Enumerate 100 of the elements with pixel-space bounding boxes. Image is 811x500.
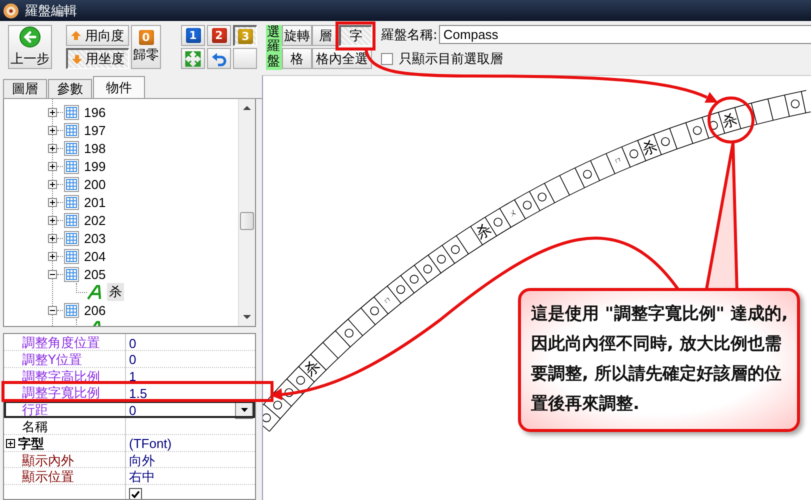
- property-name: 顯示內外: [22, 452, 74, 470]
- ring-glyph: 杀: [639, 136, 660, 159]
- layer-filter-checkbox[interactable]: [381, 53, 393, 65]
- property-value: 0: [129, 336, 136, 350]
- ring-circle-mark: [344, 328, 354, 338]
- tree-item[interactable]: 205: [84, 266, 106, 282]
- grid-icon: [64, 158, 79, 174]
- tree-expander[interactable]: [48, 252, 57, 260]
- property-value: 右中: [129, 469, 155, 486]
- level-button[interactable]: 1: [181, 25, 205, 46]
- property-name: 名稱: [22, 418, 48, 436]
- tree-expander[interactable]: [48, 198, 57, 206]
- compass-name-label: 羅盤名稱:: [381, 26, 438, 44]
- caret-icon: [240, 408, 248, 413]
- tree-expander[interactable]: [48, 144, 57, 152]
- tree-item[interactable]: 197: [84, 122, 106, 138]
- property-name: 調整Y位置: [22, 352, 82, 369]
- grid-icon: [64, 140, 79, 156]
- callout-note: 這是使用 "調整字寬比例" 達成的, 因此尚內徑不同時, 放大比例也需要調整, 所以請先確定好該層的位置後再來調整.: [518, 288, 800, 432]
- select-compass-label: 選羅盤: [266, 25, 282, 70]
- tree-expander[interactable]: [48, 216, 57, 224]
- grid-icon: [64, 194, 79, 210]
- ring-circle-mark: [494, 218, 502, 227]
- level-button[interactable]: 2: [207, 25, 231, 46]
- reset-button[interactable]: 0 歸零: [131, 25, 161, 69]
- select-mode-button[interactable]: 字: [339, 25, 372, 46]
- ring-circle-mark: [790, 99, 800, 108]
- tree-item[interactable]: 206: [84, 302, 106, 318]
- property-checkbox[interactable]: [129, 488, 142, 499]
- panel-tab[interactable]: 參數: [48, 79, 92, 98]
- tree-scrollbar[interactable]: [238, 99, 255, 326]
- tree-item[interactable]: 杀: [107, 283, 124, 301]
- ring-circle-mark: [661, 137, 670, 146]
- ring-circle-mark: [629, 149, 638, 158]
- compass-name-field[interactable]: Compass: [439, 25, 811, 44]
- property-value: 0: [129, 402, 136, 418]
- scroll-up-icon: [243, 105, 251, 111]
- level-number: 2: [212, 28, 226, 43]
- tree-item[interactable]: 204: [84, 248, 106, 264]
- panel-tab[interactable]: 圖層: [3, 79, 47, 98]
- scroll-down-icon: [243, 314, 251, 320]
- grid-icon: [64, 104, 79, 120]
- back-button[interactable]: 上一步: [8, 25, 52, 69]
- property-value: 1.5: [129, 386, 148, 401]
- down-arrow-icon: [72, 54, 82, 64]
- undo-button[interactable]: [207, 48, 231, 69]
- property-name: 調整字寬比例: [22, 385, 100, 402]
- tree-item[interactable]: 203: [84, 230, 106, 246]
- grid-icon: [64, 248, 79, 264]
- up-arrow-icon: [71, 31, 81, 40]
- grid-icon: [64, 122, 79, 138]
- tree-item[interactable]: 200: [84, 176, 106, 192]
- expand-toggle[interactable]: [6, 439, 15, 448]
- ring-circle-mark: [583, 170, 592, 179]
- tree-item[interactable]: 196: [84, 104, 106, 120]
- tree-expander[interactable]: [48, 180, 57, 188]
- tree-expander[interactable]: [48, 270, 57, 278]
- grid-icon: [64, 212, 79, 228]
- undo-icon: [211, 50, 227, 66]
- fit-view-button[interactable]: [181, 48, 205, 69]
- tree-expander[interactable]: [48, 234, 57, 242]
- highlight-circle: [708, 96, 754, 144]
- tree-item[interactable]: 201: [84, 194, 106, 210]
- select-mode-button[interactable]: 格: [282, 48, 312, 69]
- direction-mode-button[interactable]: 用向度: [66, 25, 129, 46]
- compass-logo-icon: [3, 2, 19, 18]
- tree-expander[interactable]: [48, 126, 57, 134]
- property-value: (TFont): [129, 436, 172, 452]
- tree-item[interactable]: 202: [84, 212, 106, 228]
- property-value: 向外: [129, 452, 155, 470]
- expand-arrows-icon: [185, 50, 201, 66]
- property-value: 0: [129, 352, 136, 368]
- property-name: 調整角度位置: [22, 335, 100, 352]
- grid-icon: [64, 302, 79, 318]
- ring-glyph: 杀: [300, 356, 324, 380]
- window-title: 羅盤編輯: [25, 2, 77, 20]
- ring-glyph: ㄇ: [612, 154, 624, 166]
- highlight-frame: [336, 22, 376, 50]
- grid-icon: [64, 176, 79, 192]
- ring-circle-mark: [370, 306, 379, 316]
- ring-glyph: 杀: [720, 110, 740, 132]
- tree-expander[interactable]: [48, 108, 57, 116]
- property-name: 顯示位置: [22, 469, 74, 486]
- layer-filter-label: 只顯示目前選取層: [399, 51, 503, 68]
- grid-icon: [64, 230, 79, 246]
- level-number: 1: [186, 28, 200, 43]
- select-mode-button[interactable]: 旋轉: [282, 25, 312, 46]
- tree-item[interactable]: 198: [84, 140, 106, 156]
- panel-tab[interactable]: 物件: [93, 76, 145, 98]
- dropdown-button[interactable]: [235, 402, 253, 419]
- direction-mode-button[interactable]: 用坐度: [66, 48, 129, 69]
- property-value: 1: [129, 369, 136, 384]
- scrollbar-thumb[interactable]: [240, 212, 254, 230]
- ring-glyph: 杀: [472, 219, 495, 243]
- tree-expander[interactable]: [48, 306, 57, 314]
- grid-icon: [64, 266, 79, 282]
- ring-glyph: ㄨ: [506, 208, 518, 220]
- tree-expander[interactable]: [48, 162, 57, 170]
- tree-item[interactable]: 199: [84, 158, 106, 174]
- property-name: 字型: [18, 436, 44, 453]
